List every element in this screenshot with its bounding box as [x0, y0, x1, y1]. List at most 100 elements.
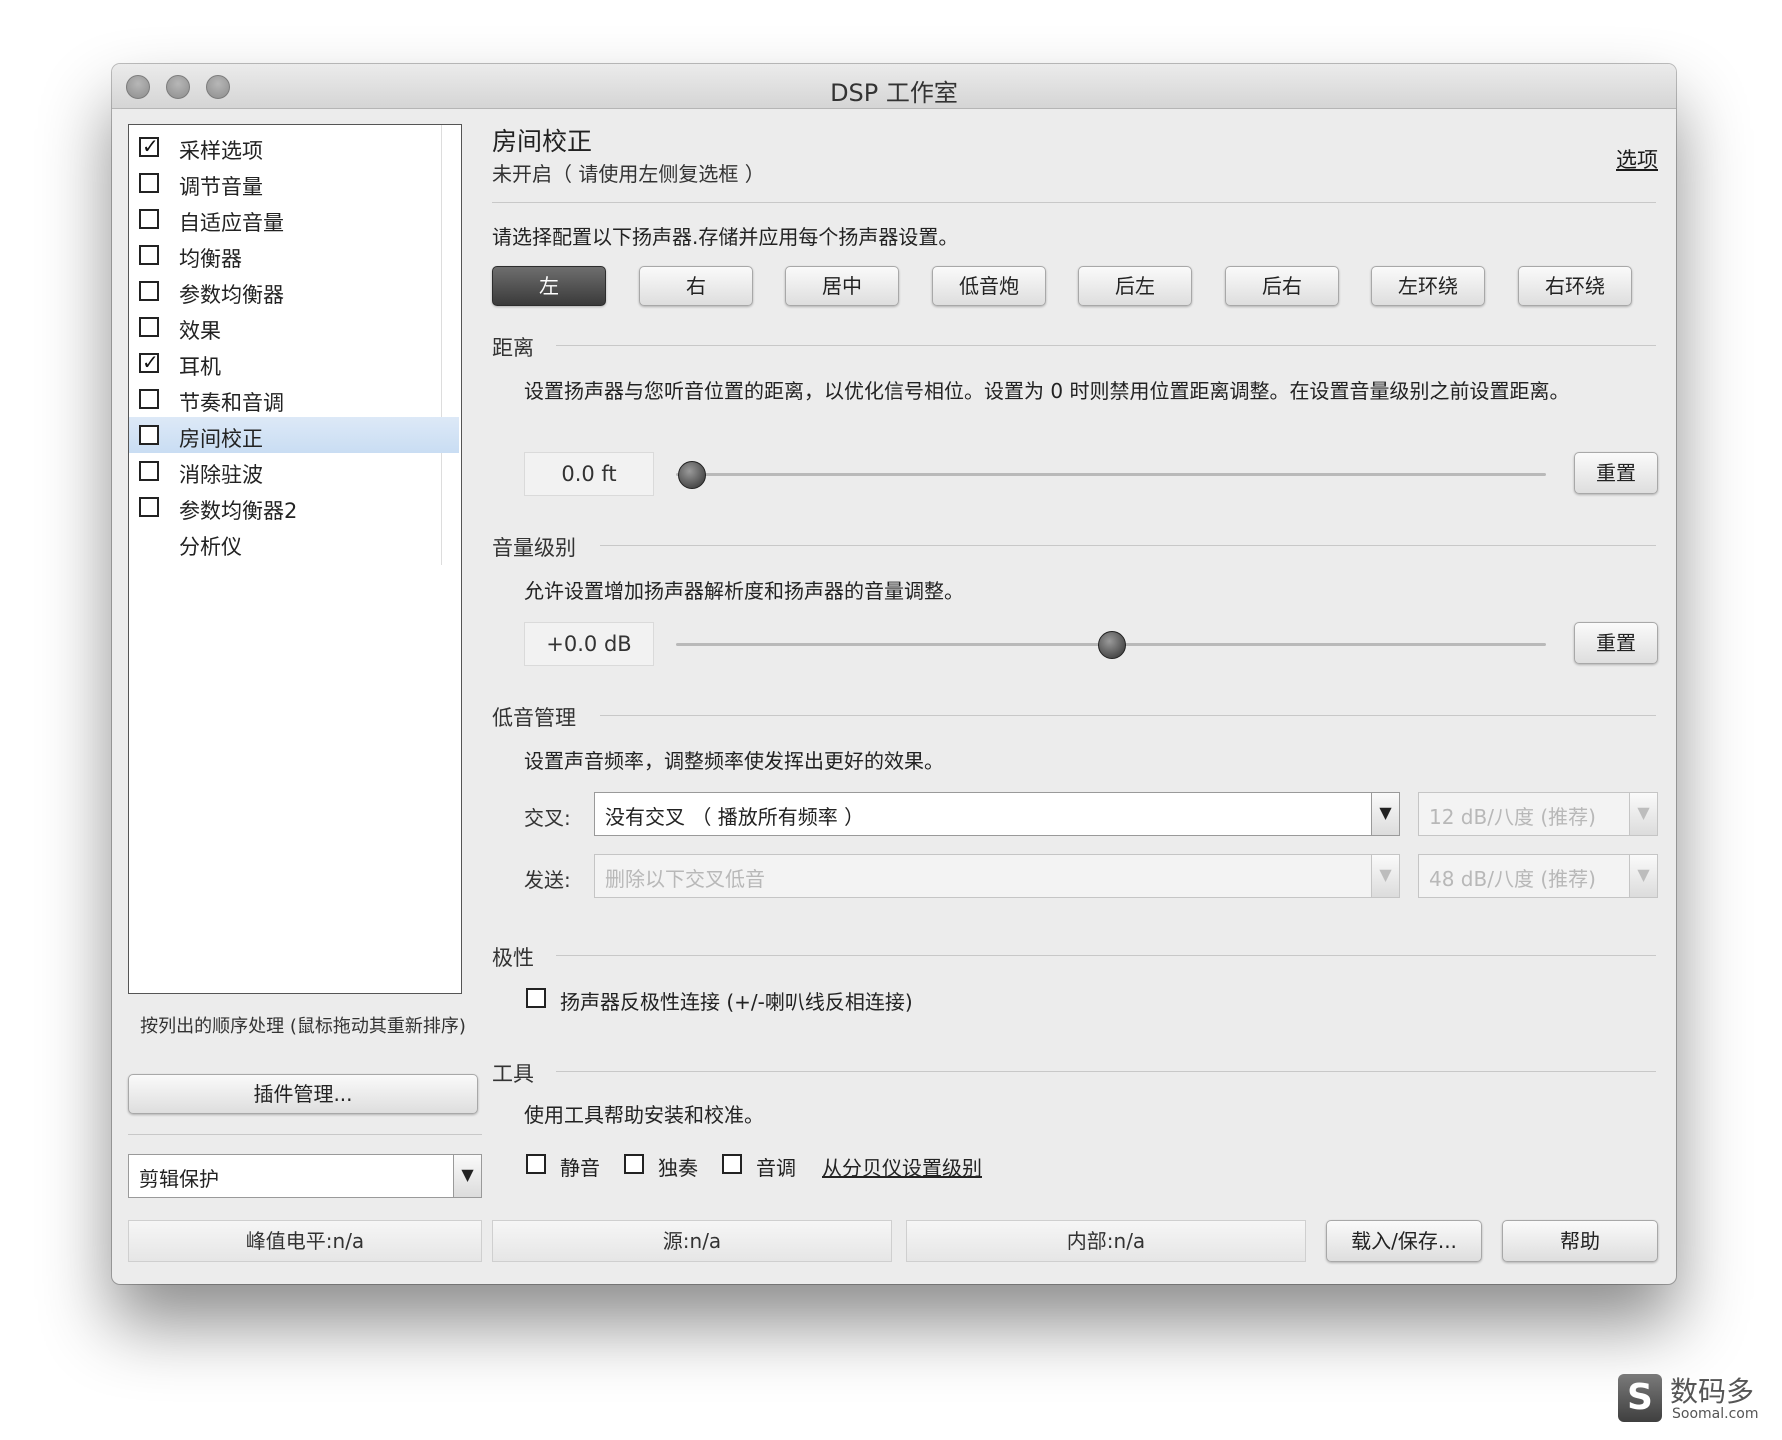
tools-description: 使用工具帮助安装和校准。 — [524, 1103, 764, 1127]
distance-reset-button[interactable]: 重置 — [1574, 452, 1658, 494]
dsp-module-list[interactable]: ✓ 采样选项调节音量自适应音量 均衡器 参数均衡器效果 ✓ 耳机节奏和音调房间校正消除驻波… — [128, 124, 462, 994]
volume-rule — [600, 545, 1656, 546]
tone-checkbox[interactable] — [722, 1154, 742, 1174]
chevron-down-icon: ▼ — [1371, 793, 1399, 835]
speaker-button[interactable]: 居中 — [785, 266, 899, 306]
solo-checkbox[interactable] — [624, 1154, 644, 1174]
load-save-button[interactable]: 载入/保存... — [1326, 1220, 1482, 1262]
options-link[interactable]: 选项 — [1616, 144, 1658, 174]
module-checkbox[interactable]: ✓ — [139, 134, 159, 158]
sidebar-item[interactable]: 节奏和音调 — [129, 381, 459, 417]
sidebar-item[interactable]: ✓ 采样选项 — [129, 129, 459, 165]
sidebar-item[interactable]: 房间校正 — [129, 417, 459, 453]
module-checkbox[interactable] — [139, 281, 159, 301]
reverse-polarity-checkbox[interactable] — [526, 988, 546, 1008]
crossover-select[interactable]: 没有交叉 （ 播放所有频率 ） ▼ — [594, 792, 1400, 836]
speaker-button[interactable]: 左环绕 — [1371, 266, 1485, 306]
speaker-button[interactable]: 右 — [639, 266, 753, 306]
module-checkbox[interactable] — [139, 461, 159, 481]
sidebar-item-label: 调节音量 — [179, 175, 263, 199]
sidebar-item[interactable]: 参数均衡器2 — [129, 489, 459, 525]
soomal-watermark: S 数码多 Soomal.com — [1618, 1370, 1768, 1430]
speaker-button[interactable]: 右环绕 — [1518, 266, 1632, 306]
page-subtitle: 未开启（ 请使用左侧复选框 ） — [492, 162, 765, 186]
sidebar-item[interactable]: 分析仪 — [129, 525, 459, 561]
send-select[interactable]: 删除以下交叉低音 ▼ — [594, 854, 1400, 898]
source-status: 源:n/a — [492, 1220, 892, 1262]
mute-label: 静音 — [560, 1156, 600, 1180]
chevron-down-icon: ▼ — [1629, 793, 1657, 835]
chevron-down-icon: ▼ — [1371, 855, 1399, 897]
module-checkbox[interactable] — [139, 497, 159, 517]
speaker-button[interactable]: 后右 — [1225, 266, 1339, 306]
plugin-manager-button[interactable]: 插件管理... — [128, 1074, 478, 1114]
chevron-down-icon: ▼ — [1629, 855, 1657, 897]
volume-heading: 音量级别 — [492, 536, 576, 560]
title-bar: DSP 工作室 — [112, 64, 1676, 109]
crossover-slope-value: 12 dB/八度 (推荐) — [1429, 805, 1596, 829]
mute-checkbox[interactable] — [526, 1154, 546, 1174]
clip-protection-select[interactable]: 剪辑保护 ▼ — [128, 1154, 482, 1198]
clip-protection-value: 剪辑保护 — [139, 1167, 219, 1191]
left-separator — [128, 1134, 482, 1135]
module-checkbox[interactable]: ✓ — [139, 350, 159, 374]
sidebar-item[interactable]: 消除驻波 — [129, 453, 459, 489]
crossover-slope-select[interactable]: 12 dB/八度 (推荐) ▼ — [1418, 792, 1658, 836]
watermark-cn: 数码多 — [1670, 1375, 1755, 1408]
internal-status: 内部:n/a — [906, 1220, 1306, 1262]
window-title: DSP 工作室 — [830, 79, 958, 107]
tools-heading: 工具 — [492, 1062, 534, 1086]
send-slope-value: 48 dB/八度 (推荐) — [1429, 867, 1596, 891]
volume-description: 允许设置增加扬声器解析度和扬声器的音量调整。 — [524, 579, 964, 603]
bass-rule — [600, 715, 1656, 716]
reverse-polarity-label: 扬声器反极性连接 (+/-喇叭线反相连接) — [560, 990, 913, 1014]
module-checkbox[interactable] — [139, 209, 159, 229]
module-checkbox[interactable] — [139, 317, 159, 337]
send-value: 删除以下交叉低音 — [605, 867, 765, 891]
sidebar-item[interactable]: 均衡器 — [129, 237, 459, 273]
distance-slider-thumb[interactable] — [678, 461, 706, 489]
sidebar-item[interactable]: 调节音量 — [129, 165, 459, 201]
chevron-down-icon: ▼ — [453, 1155, 481, 1197]
sidebar-item-label: 效果 — [179, 319, 221, 343]
sidebar-item-label: 消除驻波 — [179, 463, 263, 487]
checkmark-icon: ✓ — [142, 350, 159, 374]
crossover-label: 交叉: — [524, 806, 571, 830]
sidebar-item-label: 节奏和音调 — [179, 391, 284, 415]
distance-rule — [556, 345, 1656, 346]
solo-label: 独奏 — [658, 1156, 698, 1180]
distance-heading: 距离 — [492, 336, 534, 360]
volume-reset-button[interactable]: 重置 — [1574, 622, 1658, 664]
distance-value[interactable]: 0.0 ft — [524, 452, 654, 496]
sidebar-item[interactable]: 自适应音量 — [129, 201, 459, 237]
checkmark-icon: ✓ — [142, 134, 159, 158]
watermark-en: Soomal.com — [1672, 1406, 1759, 1422]
header-separator — [492, 202, 1656, 203]
distance-slider-track[interactable] — [676, 473, 1546, 476]
volume-slider-thumb[interactable] — [1098, 631, 1126, 659]
peak-level-status: 峰值电平:n/a — [128, 1220, 482, 1262]
sidebar-item[interactable]: 参数均衡器 — [129, 273, 459, 309]
module-checkbox[interactable] — [139, 389, 159, 409]
speaker-button[interactable]: 低音炮 — [932, 266, 1046, 306]
sidebar-item-label: 房间校正 — [179, 427, 263, 451]
sidebar-item[interactable]: ✓ 耳机 — [129, 345, 459, 381]
speaker-prompt: 请选择配置以下扬声器.存储并应用每个扬声器设置。 — [492, 225, 959, 249]
module-checkbox[interactable] — [139, 245, 159, 265]
speaker-button[interactable]: 左 — [492, 266, 606, 306]
sidebar-item-label: 参数均衡器2 — [179, 499, 298, 523]
sidebar-item-label: 自适应音量 — [179, 211, 284, 235]
tone-label: 音调 — [756, 1156, 796, 1180]
order-hint: 按列出的顺序处理 (鼠标拖动其重新排序) — [140, 1016, 466, 1037]
sidebar-item-label: 耳机 — [179, 355, 221, 379]
module-checkbox[interactable] — [139, 173, 159, 193]
spl-meter-link[interactable]: 从分贝仪设置级别 — [822, 1152, 982, 1181]
module-checkbox[interactable] — [139, 425, 159, 445]
speaker-button[interactable]: 后左 — [1078, 266, 1192, 306]
send-label: 发送: — [524, 868, 571, 892]
volume-value[interactable]: +0.0 dB — [524, 622, 654, 666]
help-button[interactable]: 帮助 — [1502, 1220, 1658, 1262]
send-slope-select[interactable]: 48 dB/八度 (推荐) ▼ — [1418, 854, 1658, 898]
soomal-logo: S — [1618, 1374, 1662, 1422]
sidebar-item[interactable]: 效果 — [129, 309, 459, 345]
